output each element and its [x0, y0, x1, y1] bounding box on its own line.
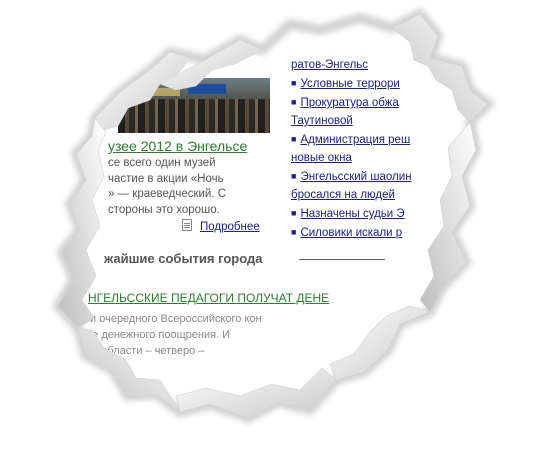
torn-paper-illustration: узее 2012 в Энгельсе се всего один музей…	[0, 0, 558, 472]
torn-paper-overlay	[0, 0, 558, 472]
